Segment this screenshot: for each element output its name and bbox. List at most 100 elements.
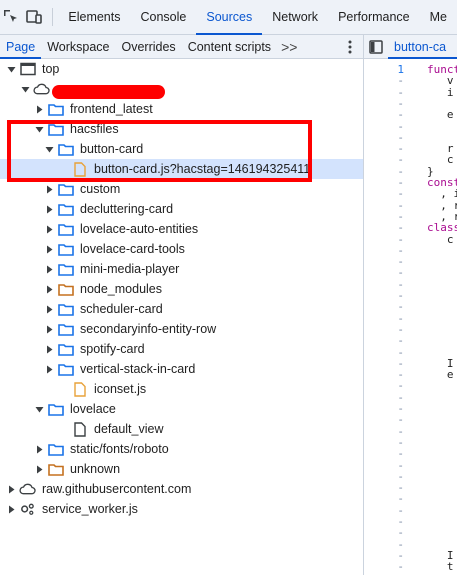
more-tabs-button[interactable]: >> [277,35,301,58]
folder-icon [57,181,74,197]
tree-item[interactable]: default_view [0,419,363,439]
tab-content-scripts[interactable]: Content scripts [182,35,277,58]
editor-file-tab[interactable]: button-ca [388,35,457,59]
tree-item[interactable]: static/fonts/roboto [0,439,363,459]
tree-item[interactable]: decluttering-card [0,199,363,219]
tree-item[interactable]: lovelace-auto-entities [0,219,363,239]
editor-tabbar: button-ca [363,35,457,59]
code-line: e [427,108,454,122]
folder-icon [57,241,74,257]
tree-item[interactable]: secondaryinfo-entity-row [0,319,363,339]
tab-sources[interactable]: Sources [196,0,263,35]
tree-item[interactable]: lovelace-card-tools [0,239,363,259]
tree-item[interactable]: mini-media-player [0,259,363,279]
tree-item[interactable]: raw.githubusercontent.com [0,479,363,499]
tree-item-label: frontend_latest [70,102,153,116]
inspect-element-icon[interactable] [0,0,23,34]
folder-icon [57,361,74,377]
expand-arrow-right-icon[interactable] [44,344,54,354]
folder-icon [57,341,74,357]
folder-icon [57,221,74,237]
tree-item[interactable]: scheduler-card [0,299,363,319]
expand-arrow-right-icon[interactable] [6,484,16,494]
tree-item[interactable]: service_worker.js [0,499,363,519]
code-line: e [427,368,454,382]
tree-item-label: unknown [70,462,121,476]
expand-arrow-right-icon[interactable] [44,324,54,334]
tree-item[interactable]: custom [0,179,363,199]
expand-arrow-right-icon[interactable] [44,244,54,254]
tab-console[interactable]: Console [130,0,196,34]
tree-item-label: default_view [94,422,164,436]
device-toggle-icon[interactable] [23,0,46,34]
tree-item-label: service_worker.js [42,502,138,516]
folder-icon [57,321,74,337]
expand-arrow-right-icon[interactable] [44,284,54,294]
sources-subbar: Page Workspace Overrides Content scripts… [0,35,457,59]
cloud-icon [33,81,50,97]
toggle-navigator-icon[interactable] [364,39,388,54]
expand-arrow-down-icon[interactable] [6,64,16,74]
kebab-menu-icon[interactable] [343,35,357,58]
expand-arrow-down-icon[interactable] [20,84,30,94]
expand-arrow-right-icon[interactable] [44,364,54,374]
cloud-icon [19,481,36,497]
tab-elements[interactable]: Elements [58,0,130,34]
script-file-icon [71,381,88,397]
folder-icon [57,281,74,297]
line-number: - [364,572,404,575]
toolbar-divider [51,8,53,26]
tree-item-label: decluttering-card [80,202,174,216]
frame-icon [19,61,36,77]
folder-icon [47,401,64,417]
tree-item-label: custom [80,182,121,196]
expand-arrow-right-icon[interactable] [6,504,16,514]
folder-icon [47,441,64,457]
highlight-box [7,120,312,182]
folder-icon [57,201,74,217]
tree-item-label: iconset.js [94,382,147,396]
tree-item-label: top [42,62,60,76]
redacted-domain [52,85,165,99]
code-line: t [427,560,454,574]
tree-item[interactable]: frontend_latest [0,99,363,119]
tree-item-label: lovelace-auto-entities [80,222,199,236]
tab-workspace[interactable]: Workspace [41,35,115,58]
expand-arrow-right-icon[interactable] [44,184,54,194]
navigator-tabs: Page Workspace Overrides Content scripts… [0,35,363,59]
tab-page[interactable]: Page [0,35,42,59]
expand-arrow-right-icon[interactable] [44,264,54,274]
tree-item-label: vertical-stack-in-card [80,362,196,376]
tree-item[interactable]: vertical-stack-in-card [0,359,363,379]
expand-arrow-right-icon[interactable] [44,304,54,314]
folder-icon [47,461,64,477]
tab-overrides[interactable]: Overrides [116,35,182,58]
folder-icon [57,301,74,317]
tree-item-label: spotify-card [80,342,145,356]
expand-arrow-right-icon[interactable] [34,464,44,474]
expand-arrow-down-icon[interactable] [34,404,44,414]
tree-item[interactable]: top [0,59,363,79]
tree-item[interactable]: lovelace [0,399,363,419]
tab-network[interactable]: Network [262,0,328,34]
tree-item[interactable]: iconset.js [0,379,363,399]
expand-arrow-right-icon[interactable] [44,204,54,214]
devtools-toolbar: Elements Console Sources Network Perform… [0,0,457,35]
code-editor[interactable]: 1---------------------------------------… [363,59,457,575]
tab-performance[interactable]: Performance [328,0,420,34]
tree-item-label: lovelace [70,402,116,416]
expand-arrow-right-icon[interactable] [34,104,44,114]
code-line: c [427,232,454,246]
tree-item-label: secondaryinfo-entity-row [80,322,217,336]
expand-arrow-right-icon[interactable] [44,224,54,234]
expand-arrow-right-icon[interactable] [34,444,44,454]
folder-icon [47,101,64,117]
tree-item-label: static/fonts/roboto [70,442,169,456]
service-worker-icon [19,501,36,517]
tree-item[interactable]: node_modules [0,279,363,299]
tree-item[interactable]: unknown [0,459,363,479]
tab-memory[interactable]: Me [420,0,457,34]
tree-item[interactable]: spotify-card [0,339,363,359]
